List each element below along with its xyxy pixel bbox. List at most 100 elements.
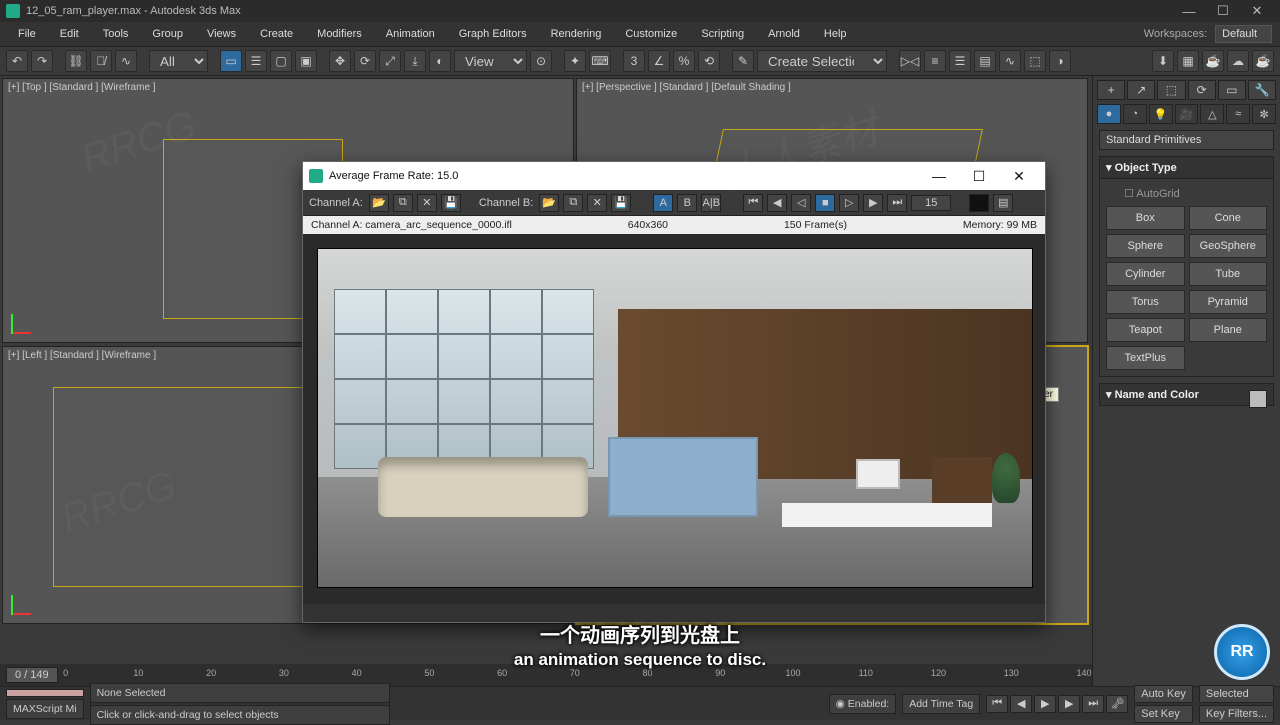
key-selected-dropdown[interactable]: Selected (1199, 685, 1274, 703)
menu-help[interactable]: Help (814, 25, 857, 43)
subtab-helpers[interactable]: △ (1200, 104, 1224, 124)
play-forward-button[interactable]: ▷ (839, 194, 859, 212)
unlink-button[interactable]: ⛓̸ (90, 50, 112, 72)
menu-modifiers[interactable]: Modifiers (307, 25, 372, 43)
object-color-swatch[interactable] (1249, 390, 1267, 408)
obj-pyramid[interactable]: Pyramid (1189, 290, 1268, 314)
menu-arnold[interactable]: Arnold (758, 25, 810, 43)
channel-a-save-button[interactable]: 💾 (441, 194, 461, 212)
goto-start-button[interactable]: ⏮ (986, 695, 1008, 713)
ref-coord-dropdown[interactable]: View (454, 50, 527, 72)
render-setup-button[interactable]: ⬇ (1152, 50, 1174, 72)
tab-motion[interactable]: ⟳ (1188, 80, 1216, 100)
tab-hierarchy[interactable]: ⬚ (1157, 80, 1185, 100)
menu-edit[interactable]: Edit (50, 25, 89, 43)
subtab-lights[interactable]: 💡 (1149, 104, 1173, 124)
channel-a-close-button[interactable]: ✕ (417, 194, 437, 212)
selection-filter-dropdown[interactable]: All (149, 50, 208, 72)
obj-tube[interactable]: Tube (1189, 262, 1268, 286)
menu-grapheditors[interactable]: Graph Editors (449, 25, 537, 43)
menu-views[interactable]: Views (197, 25, 246, 43)
color-swatch-button[interactable] (969, 194, 989, 212)
schematic-view-button[interactable]: ⬚ (1024, 50, 1046, 72)
obj-teapot[interactable]: Teapot (1106, 318, 1185, 342)
window-close-button[interactable]: ✕ (1240, 0, 1274, 22)
select-move-button[interactable]: ✥ (329, 50, 351, 72)
dialog-minimize-button[interactable]: — (919, 162, 959, 190)
render-frame-button[interactable]: ▦ (1177, 50, 1199, 72)
subtab-cameras[interactable]: 🎥 (1175, 104, 1199, 124)
tab-create[interactable]: + (1097, 80, 1125, 100)
viewport-label[interactable]: [+] [Left ] [Standard ] [Wireframe ] (8, 350, 156, 361)
menu-animation[interactable]: Animation (376, 25, 445, 43)
channel-b-open-button[interactable]: 📂 (539, 194, 559, 212)
prev-frame-button[interactable]: ◀ (767, 194, 787, 212)
menu-customize[interactable]: Customize (615, 25, 687, 43)
undo-button[interactable]: ↶ (6, 50, 28, 72)
time-slider-thumb[interactable]: 0 / 149 (6, 667, 58, 683)
play-reverse-button[interactable]: ◁ (791, 194, 811, 212)
fps-field[interactable]: 15 (911, 195, 951, 211)
double-buffer-button[interactable]: ▤ (993, 194, 1013, 212)
menu-rendering[interactable]: Rendering (541, 25, 612, 43)
maxscript-listener[interactable] (6, 689, 84, 697)
tab-display[interactable]: ▭ (1218, 80, 1246, 100)
obj-box[interactable]: Box (1106, 206, 1185, 230)
autogrid-checkbox[interactable]: ☐ AutoGrid (1106, 185, 1267, 206)
obj-plane[interactable]: Plane (1189, 318, 1268, 342)
channel-b-close-button[interactable]: ✕ (587, 194, 607, 212)
spinner-snap-button[interactable]: ⟲ (698, 50, 720, 72)
render-button[interactable]: ☕ (1202, 50, 1224, 72)
menu-file[interactable]: File (8, 25, 46, 43)
angle-snap-button[interactable]: ∠ (648, 50, 670, 72)
next-frame-button[interactable]: ▶ (1058, 695, 1080, 713)
subtab-systems[interactable]: ✼ (1252, 104, 1276, 124)
select-region-button[interactable]: ▢ (270, 50, 292, 72)
obj-geosphere[interactable]: GeoSphere (1189, 234, 1268, 258)
channel-b-toggle[interactable]: B (677, 194, 697, 212)
viewport-label[interactable]: [+] [Top ] [Standard ] [Wireframe ] (8, 82, 156, 93)
align-button[interactable]: ≡ (924, 50, 946, 72)
channel-b-open-seq-button[interactable]: ⧉ (563, 194, 583, 212)
maxscript-mini-listener[interactable]: MAXScript Mi (6, 699, 84, 719)
percent-snap-button[interactable]: % (673, 50, 695, 72)
bind-button[interactable]: ∿ (115, 50, 137, 72)
isolate-toggle[interactable]: ◉ Enabled: (829, 694, 897, 714)
curve-editor-button[interactable]: ∿ (999, 50, 1021, 72)
obj-sphere[interactable]: Sphere (1106, 234, 1185, 258)
material-editor-button[interactable]: ◑ (1049, 50, 1071, 72)
rollout-name-color[interactable]: ▾ Name and Color (1099, 383, 1274, 406)
menu-group[interactable]: Group (142, 25, 193, 43)
lasso-button[interactable]: ◐ (429, 50, 451, 72)
menu-tools[interactable]: Tools (93, 25, 139, 43)
link-button[interactable]: ⛓ (65, 50, 87, 72)
select-rotate-button[interactable]: ⟳ (354, 50, 376, 72)
subtab-spacewarps[interactable]: ≈ (1226, 104, 1250, 124)
category-dropdown[interactable]: Standard Primitives (1099, 130, 1274, 150)
next-frame-button[interactable]: ▶ (863, 194, 883, 212)
tab-utilities[interactable]: 🔧 (1248, 80, 1276, 100)
menu-create[interactable]: Create (250, 25, 303, 43)
toggle-ribbon-button[interactable]: ▤ (974, 50, 996, 72)
use-pivot-button[interactable]: ⊙ (530, 50, 552, 72)
select-object-button[interactable]: ▭ (220, 50, 242, 72)
obj-cylinder[interactable]: Cylinder (1106, 262, 1185, 286)
auto-key-button[interactable]: Auto Key (1134, 685, 1193, 703)
named-selection-set-dropdown[interactable]: Create Selection Se (757, 50, 887, 72)
tab-modify[interactable]: ↗ (1127, 80, 1155, 100)
obj-cone[interactable]: Cone (1189, 206, 1268, 230)
select-by-name-button[interactable]: ☰ (245, 50, 267, 72)
menu-scripting[interactable]: Scripting (691, 25, 754, 43)
channel-b-save-button[interactable]: 💾 (611, 194, 631, 212)
obj-textplus[interactable]: TextPlus (1106, 346, 1185, 370)
render-in-cloud-button[interactable]: ☁ (1227, 50, 1249, 72)
mirror-button[interactable]: ▷◁ (899, 50, 921, 72)
prev-frame-button[interactable]: ◀ (1010, 695, 1032, 713)
key-mode-button[interactable]: 🗝 (1106, 695, 1128, 713)
workspaces-dropdown[interactable]: Default (1215, 25, 1272, 43)
time-ruler[interactable]: 0102030405060708090100110120130140 (66, 668, 1084, 682)
rollout-object-type[interactable]: ▾ Object Type (1099, 156, 1274, 179)
subtab-shapes[interactable]: ◔ (1123, 104, 1147, 124)
stop-button[interactable]: ■ (815, 194, 835, 212)
dialog-close-button[interactable]: ✕ (999, 162, 1039, 190)
